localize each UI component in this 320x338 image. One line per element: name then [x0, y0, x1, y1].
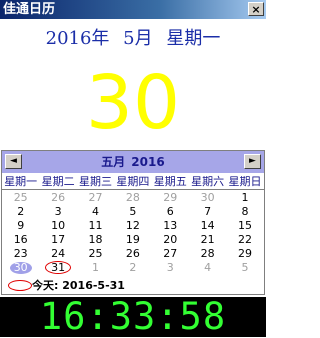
title-bar: 佳通日历 ×: [0, 0, 266, 19]
day-cell[interactable]: 16: [2, 233, 39, 247]
weekday-header-row: 星期一 星期二 星期三 星期四 星期五 星期六 星期日: [2, 174, 264, 190]
big-day-number: 30: [85, 60, 181, 146]
day-cell[interactable]: 14: [189, 219, 226, 233]
weekday-fri: 星期五: [153, 175, 187, 188]
window-title: 佳通日历: [3, 2, 56, 17]
day-cell[interactable]: 9: [2, 219, 39, 233]
week-row: 16 17 18 19 20 21 22: [2, 233, 264, 247]
month-calendar: ◄ 五月 2016 ► 星期一 星期二 星期三 星期四 星期五 星期六 星期日 2…: [1, 150, 265, 295]
day-cell[interactable]: 29: [226, 247, 263, 261]
right-arrow-icon: ►: [249, 156, 256, 166]
today-label: 今天: 2016-5-31: [32, 279, 125, 292]
day-cell[interactable]: 3: [39, 205, 76, 219]
digital-clock: 16:33:58: [0, 297, 266, 337]
day-cell[interactable]: 21: [189, 233, 226, 247]
weekday-thu: 星期四: [116, 175, 150, 188]
weekday-tue: 星期二: [41, 175, 75, 188]
day-cell[interactable]: 11: [77, 219, 114, 233]
week-row: 9 10 11 12 13 14 15: [2, 219, 264, 233]
day-cell[interactable]: 7: [189, 205, 226, 219]
day-cell[interactable]: 26: [39, 191, 76, 205]
day-cell[interactable]: 12: [114, 219, 151, 233]
header-year: 2016年: [45, 28, 110, 49]
day-cell[interactable]: 2: [114, 261, 151, 275]
day-cell[interactable]: 30: [189, 191, 226, 205]
next-month-button[interactable]: ►: [244, 154, 261, 169]
week-row: 25 26 27 28 29 30 1: [2, 191, 264, 205]
day-cell[interactable]: 3: [152, 261, 189, 275]
day-cell[interactable]: 6: [152, 205, 189, 219]
day-cell[interactable]: 22: [226, 233, 263, 247]
day-cell[interactable]: 17: [39, 233, 76, 247]
day-cell[interactable]: 25: [77, 247, 114, 261]
day-cell[interactable]: 25: [2, 191, 39, 205]
week-row: 30 31 1 2 3 4 5: [2, 261, 264, 275]
day-cell[interactable]: 24: [39, 247, 76, 261]
selected-day-cell[interactable]: 30: [2, 261, 39, 275]
calendar-header: ◄ 五月 2016 ►: [2, 151, 264, 173]
day-cell[interactable]: 27: [152, 247, 189, 261]
weekday-mon: 星期一: [4, 175, 38, 188]
day-cell[interactable]: 13: [152, 219, 189, 233]
day-cell[interactable]: 5: [114, 205, 151, 219]
day-cell[interactable]: 1: [226, 191, 263, 205]
weekday-wed: 星期三: [78, 175, 112, 188]
today-day-number: 31: [45, 261, 72, 274]
day-cell[interactable]: 18: [77, 233, 114, 247]
day-cell[interactable]: 4: [77, 205, 114, 219]
day-grid: 25 26 27 28 29 30 1 2 3 4 5 6 7 8 9 10 1…: [2, 191, 264, 275]
day-cell[interactable]: 5: [226, 261, 263, 275]
month-label: 五月: [101, 155, 126, 169]
day-cell[interactable]: 28: [189, 247, 226, 261]
day-cell[interactable]: 2: [2, 205, 39, 219]
day-cell[interactable]: 29: [152, 191, 189, 205]
weekday-sat: 星期六: [191, 175, 225, 188]
year-label: 2016: [131, 155, 165, 169]
today-circle-icon: [8, 280, 32, 291]
week-row: 23 24 25 26 27 28 29: [2, 247, 264, 261]
header-weekday: 星期一: [166, 28, 221, 49]
day-cell[interactable]: 28: [114, 191, 151, 205]
selected-day-number: 30: [9, 262, 32, 274]
day-cell[interactable]: 15: [226, 219, 263, 233]
day-cell[interactable]: 27: [77, 191, 114, 205]
day-cell[interactable]: 4: [189, 261, 226, 275]
day-cell[interactable]: 23: [2, 247, 39, 261]
date-header: 2016年 5月 星期一: [0, 27, 266, 51]
month-year-label[interactable]: 五月 2016: [2, 151, 264, 173]
weekday-sun: 星期日: [228, 175, 262, 188]
day-cell[interactable]: 8: [226, 205, 263, 219]
today-day-cell[interactable]: 31: [39, 261, 76, 275]
close-button[interactable]: ×: [248, 2, 264, 16]
day-cell[interactable]: 10: [39, 219, 76, 233]
today-row[interactable]: 今天: 2016-5-31: [2, 278, 264, 294]
day-cell[interactable]: 19: [114, 233, 151, 247]
day-cell[interactable]: 1: [77, 261, 114, 275]
day-cell[interactable]: 26: [114, 247, 151, 261]
day-cell[interactable]: 20: [152, 233, 189, 247]
header-month: 5月: [123, 28, 153, 49]
week-row: 2 3 4 5 6 7 8: [2, 205, 264, 219]
